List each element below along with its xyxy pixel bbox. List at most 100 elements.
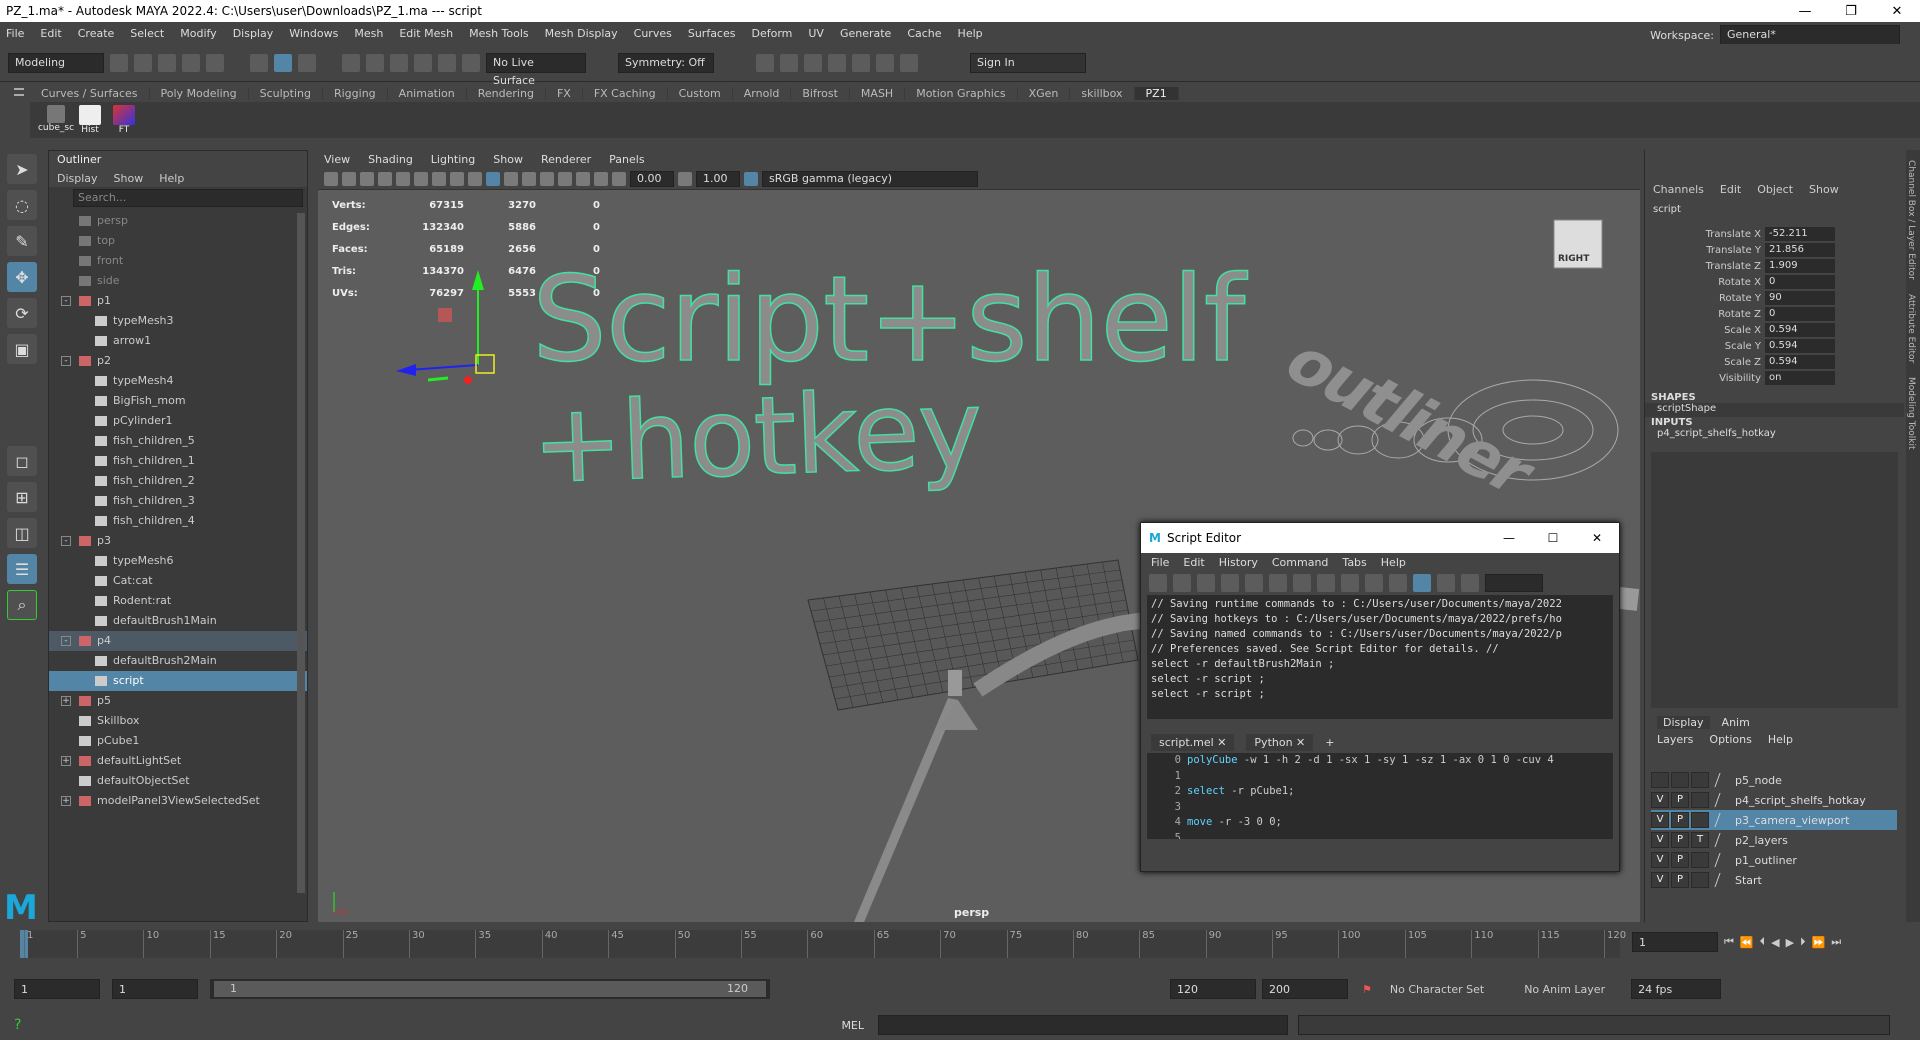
layer-tab-display[interactable]: Display (1657, 716, 1710, 729)
menu-create[interactable]: Create (78, 27, 115, 40)
select-component-icon[interactable] (298, 53, 316, 72)
next-key-icon[interactable]: ⏵ (1800, 935, 1806, 949)
open-script-icon[interactable] (1149, 574, 1167, 592)
script-editor-menu-file[interactable]: File (1151, 556, 1169, 569)
color-management-icon[interactable] (744, 171, 758, 186)
layer-toggle-p[interactable]: P (1671, 832, 1689, 848)
viewport-menu-panels[interactable]: Panels (609, 153, 644, 166)
layer-menu-layers[interactable]: Layers (1657, 733, 1693, 746)
layer-toggle-t[interactable]: T (1691, 832, 1709, 848)
layer-toggle-t[interactable] (1691, 852, 1709, 868)
image-plane-icon[interactable] (378, 171, 392, 186)
line-numbers-icon[interactable] (1413, 574, 1431, 592)
grid-icon[interactable] (396, 171, 410, 186)
outliner-item[interactable]: defaultBrush2Main (49, 651, 307, 671)
show-history-icon[interactable] (1317, 574, 1335, 592)
script-editor-menu-tabs[interactable]: Tabs (1342, 556, 1366, 569)
outliner-item[interactable]: fish_children_2 (49, 471, 307, 491)
clear-all-icon[interactable] (1293, 574, 1311, 592)
expand-toggle-icon[interactable]: + (61, 796, 71, 806)
outliner-layout-icon[interactable]: ☰ (7, 554, 37, 584)
scene-start-field[interactable]: 1 (14, 979, 100, 999)
exposure-field[interactable]: 0.00 (630, 170, 674, 187)
channel-label[interactable]: Scale Y (1645, 341, 1765, 352)
layer-row[interactable]: p5_node (1651, 770, 1897, 790)
outliner-item[interactable]: fish_children_1 (49, 451, 307, 471)
tab-channel-box[interactable]: Channel Box / Layer Editor (1906, 160, 1916, 280)
outliner-item[interactable]: defaultObjectSet (49, 771, 307, 791)
lasso-tool-icon[interactable]: ◌ (7, 190, 37, 220)
shadows-icon[interactable] (540, 171, 554, 186)
outliner-item[interactable]: pCube1 (49, 731, 307, 751)
playback-end-field[interactable]: 120 (1170, 979, 1256, 999)
script-editor-menu-history[interactable]: History (1219, 556, 1258, 569)
channel-value-field[interactable]: 1.909 (1765, 259, 1835, 273)
channel-value-field[interactable]: 0.594 (1765, 355, 1835, 369)
gamma-field[interactable]: 1.00 (696, 170, 740, 187)
source-script-icon[interactable] (1173, 574, 1191, 592)
shelf-tab-motion-graphics[interactable]: Motion Graphics (905, 86, 1018, 100)
go-to-end-icon[interactable]: ⏭ (1831, 935, 1841, 949)
expand-toggle-icon[interactable]: - (61, 296, 71, 306)
channel-box-menu-channels[interactable]: Channels (1653, 183, 1704, 196)
shelf-tab-bifrost[interactable]: Bifrost (791, 86, 850, 100)
help-icon[interactable]: ? (14, 1017, 21, 1033)
bookmark-icon[interactable] (360, 171, 374, 186)
rotate-tool-icon[interactable]: ⟳ (7, 298, 37, 328)
wireframe-icon[interactable] (468, 171, 482, 186)
save-to-shelf-icon[interactable] (1221, 574, 1239, 592)
outliner-item[interactable]: fish_children_4 (49, 511, 307, 531)
shelf-tab-arnold[interactable]: Arnold (733, 86, 792, 100)
echo-commands-icon[interactable] (1389, 574, 1407, 592)
script-search-input[interactable] (1485, 574, 1543, 592)
outliner-item[interactable]: - p1 (49, 291, 307, 311)
prev-key-icon[interactable]: ⏴ (1760, 935, 1766, 949)
code-area[interactable]: polyCube -w 1 -h 2 -d 1 -sx 1 -sy 1 -sz … (1187, 753, 1554, 839)
expand-toggle-icon[interactable]: + (61, 756, 71, 766)
snap-point-icon[interactable] (390, 53, 408, 72)
clear-history-icon[interactable] (1245, 574, 1263, 592)
redo-icon[interactable] (206, 53, 224, 72)
live-surface-field[interactable]: No Live Surface (486, 52, 586, 87)
viewport-menu-lighting[interactable]: Lighting (431, 153, 475, 166)
lights-icon[interactable] (522, 171, 536, 186)
layer-toggle-v[interactable]: V (1651, 872, 1669, 888)
channel-label[interactable]: Translate Z (1645, 261, 1765, 272)
expand-toggle-icon[interactable]: + (61, 696, 71, 706)
command-language-toggle[interactable]: MEL (841, 1019, 864, 1032)
script-editor-history[interactable]: // Saving runtime commands to : C:/Users… (1147, 595, 1613, 719)
outliner-item[interactable]: Skillbox (49, 711, 307, 731)
expand-toggle-icon[interactable]: - (61, 636, 71, 646)
show-input-icon[interactable] (1341, 574, 1359, 592)
maximize-icon[interactable]: ☐ (1531, 531, 1575, 545)
channel-value-field[interactable]: 0 (1765, 275, 1835, 289)
range-slider[interactable]: 1 120 (210, 979, 770, 999)
tab-attribute-editor[interactable]: Attribute Editor (1906, 294, 1916, 363)
render-current-icon[interactable] (780, 53, 798, 72)
fps-dropdown[interactable]: 24 fps (1631, 979, 1722, 999)
safe-action-icon[interactable] (450, 171, 464, 186)
shelf-button-cube[interactable]: cube_sc (38, 105, 74, 135)
menu-edit-mesh[interactable]: Edit Mesh (399, 27, 453, 40)
time-slider[interactable]: 1 5 10 15 20 25 30 35 40 45 50 55 60 65 70 75 80 85 90 95 10… (20, 930, 1626, 958)
channel-value-field[interactable]: -52.211 (1765, 227, 1835, 241)
shelf-tab-animation[interactable]: Animation (388, 86, 467, 100)
menu-generate[interactable]: Generate (840, 27, 891, 40)
close-icon[interactable]: ✕ (1575, 531, 1619, 545)
outliner-item[interactable]: typeMesh4 (49, 371, 307, 391)
shelf-tab-xgen[interactable]: XGen (1018, 86, 1071, 100)
outliner-scrollbar[interactable] (297, 213, 305, 893)
shelf-tab-fx-caching[interactable]: FX Caching (583, 86, 668, 100)
outliner-item[interactable]: pCylinder1 (49, 411, 307, 431)
search-icon[interactable]: ⌕ (7, 590, 37, 620)
channel-value-field[interactable]: 0.594 (1765, 339, 1835, 353)
channel-value-field[interactable]: on (1765, 371, 1835, 385)
layer-toggle-p[interactable]: P (1671, 872, 1689, 888)
current-frame-field[interactable]: 1 (1632, 932, 1718, 952)
save-scene-icon[interactable] (158, 53, 176, 72)
xray-icon[interactable] (576, 171, 590, 186)
shelf-tab-fx[interactable]: FX (546, 86, 583, 100)
layer-toggle-v[interactable]: V (1651, 832, 1669, 848)
outliner-item[interactable]: front (49, 251, 307, 271)
ipr-render-icon[interactable] (804, 53, 822, 72)
